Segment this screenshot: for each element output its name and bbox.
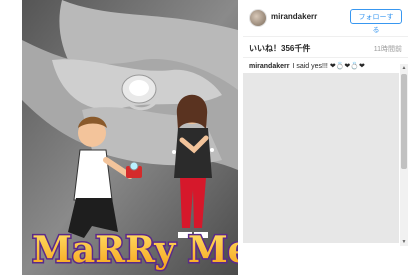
comments-scrollbar[interactable]: ▲ ▼	[400, 64, 408, 246]
post-header: mirandakerr フォローする	[243, 0, 408, 37]
post-photo[interactable]: MaRRy Me!	[22, 0, 238, 275]
scrollbar-thumb[interactable]	[401, 74, 407, 169]
post-viewer: MaRRy Me! mirandakerr フォローする いいね！356千件 1…	[22, 0, 408, 275]
username[interactable]: mirandakerr	[271, 12, 317, 21]
photo-illustration: MaRRy Me!	[22, 0, 238, 275]
post-time: 11時間前	[373, 46, 402, 53]
scroll-up-arrow-icon[interactable]: ▲	[400, 64, 408, 72]
scroll-down-arrow-icon[interactable]: ▼	[400, 238, 408, 246]
post-footer	[243, 246, 408, 275]
comments-area	[243, 73, 399, 243]
post-sidebar: mirandakerr フォローする いいね！356千件 11時間前 miran…	[243, 0, 408, 275]
caption-text: I said yes!!! ❤💍❤💍❤	[292, 63, 365, 70]
follow-button[interactable]: フォローする	[350, 9, 402, 34]
marry-me-sticker-text: MaRRy Me!	[32, 229, 238, 271]
caption-username[interactable]: mirandakerr	[249, 63, 289, 70]
caption: mirandakerr I said yes!!! ❤💍❤💍❤	[249, 62, 365, 70]
likes-row: いいね！356千件 11時間前	[243, 37, 408, 58]
likes-count[interactable]: いいね！356千件	[249, 43, 310, 54]
avatar[interactable]	[249, 9, 267, 27]
